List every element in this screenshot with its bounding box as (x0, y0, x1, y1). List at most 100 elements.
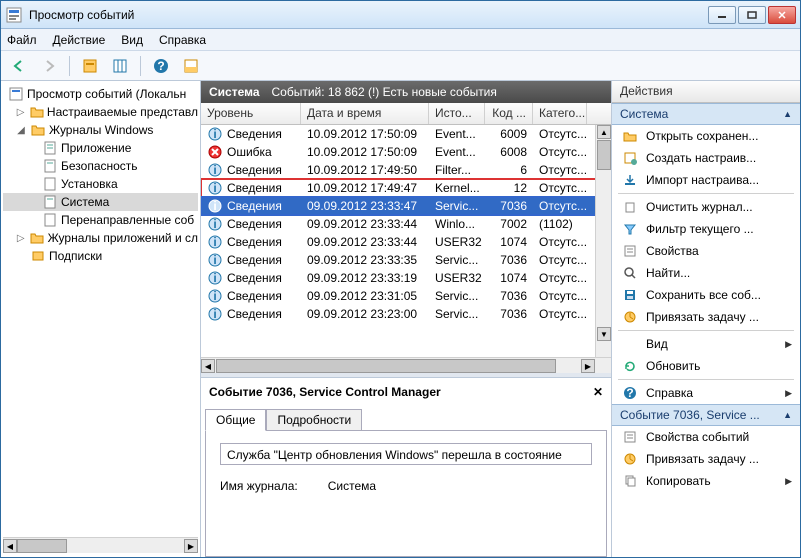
action-item[interactable]: Свойства событий (612, 426, 800, 448)
action-label: Копировать (646, 474, 711, 488)
action-item[interactable]: Фильтр текущего ... (612, 218, 800, 240)
collapse-icon[interactable]: ◢ (15, 125, 27, 136)
back-button[interactable] (7, 54, 31, 78)
folder-icon (30, 122, 46, 138)
folder-icon (29, 104, 44, 120)
action-item[interactable]: Найти... (612, 262, 800, 284)
table-row[interactable]: i Сведения 09.09.2012 23:33:35 Servic...… (201, 251, 611, 269)
forward-button[interactable] (37, 54, 61, 78)
info-icon: i (207, 253, 223, 267)
tab-general[interactable]: Общие (205, 409, 266, 431)
grid-body: i Сведения 10.09.2012 17:50:09 Event... … (201, 125, 611, 357)
action-item[interactable]: Вид▶ (612, 333, 800, 355)
columns-button[interactable] (108, 54, 132, 78)
scroll-left-icon[interactable]: ◀ (3, 539, 17, 553)
collapse-icon[interactable]: ▲ (783, 410, 792, 420)
scroll-left-icon[interactable]: ◀ (201, 359, 215, 373)
table-row[interactable]: i Сведения 09.09.2012 23:33:47 Servic...… (201, 197, 611, 215)
table-row[interactable]: i Сведения 09.09.2012 23:23:00 Servic...… (201, 305, 611, 323)
copy-icon (622, 473, 638, 489)
table-row[interactable]: Ошибка 10.09.2012 17:50:09 Event... 6008… (201, 143, 611, 161)
close-button[interactable] (768, 6, 796, 24)
action-item[interactable]: Привязать задачу ... (612, 306, 800, 328)
expand-icon[interactable]: ▷ (15, 107, 26, 118)
action-item[interactable]: ?Справка▶ (612, 382, 800, 404)
table-row[interactable]: i Сведения 10.09.2012 17:49:47 Kernel...… (201, 179, 611, 197)
menu-help[interactable]: Справка (159, 33, 206, 47)
tree-application[interactable]: Приложение (3, 139, 198, 157)
action-item[interactable]: Создать настраив... (612, 147, 800, 169)
action-item[interactable]: Привязать задачу ... (612, 448, 800, 470)
tree-forwarded[interactable]: Перенаправленные соб (3, 211, 198, 229)
window-title: Просмотр событий (29, 8, 708, 22)
table-row[interactable]: i Сведения 10.09.2012 17:49:50 Filter...… (201, 161, 611, 179)
help-button[interactable]: ? (149, 54, 173, 78)
collapse-icon[interactable]: ▲ (783, 109, 792, 119)
tree-windows-logs[interactable]: ◢ Журналы Windows (3, 121, 198, 139)
app-icon (5, 6, 23, 24)
action-item[interactable]: Обновить (612, 355, 800, 377)
find-icon (622, 265, 638, 281)
tree-security[interactable]: Безопасность (3, 157, 198, 175)
action-group-title: Система (620, 107, 783, 121)
tab-details[interactable]: Подробности (266, 409, 362, 431)
tree-custom-views[interactable]: ▷ Настраиваемые представл (3, 103, 198, 121)
scroll-thumb[interactable] (597, 140, 611, 170)
action-group-header[interactable]: Система▲ (612, 103, 800, 125)
scroll-thumb[interactable] (17, 539, 67, 553)
preview-button[interactable] (179, 54, 203, 78)
cell-level: Сведения (227, 307, 282, 321)
grid-vscrollbar[interactable]: ▲ ▼ (595, 125, 611, 357)
action-item[interactable]: Импорт настраива... (612, 169, 800, 191)
menu-view[interactable]: Вид (121, 33, 143, 47)
action-group-title: Событие 7036, Service ... (620, 408, 783, 422)
action-item[interactable]: Открыть сохранен... (612, 125, 800, 147)
app-window: Просмотр событий Файл Действие Вид Справ… (0, 0, 801, 558)
tree-subscriptions[interactable]: Подписки (3, 247, 198, 265)
table-row[interactable]: i Сведения 09.09.2012 23:31:05 Servic...… (201, 287, 611, 305)
action-item[interactable]: Сохранить все соб... (612, 284, 800, 306)
tree-system[interactable]: Система (3, 193, 198, 211)
table-row[interactable]: i Сведения 09.09.2012 23:33:19 USER32 10… (201, 269, 611, 287)
action-item[interactable]: Свойства (612, 240, 800, 262)
svg-text:i: i (213, 199, 216, 213)
action-item[interactable]: Копировать▶ (612, 470, 800, 492)
tree-label: Настраиваемые представл (47, 105, 198, 119)
actions-pane: Действия Система▲Открыть сохранен...Созд… (612, 81, 800, 557)
cell-source: Servic... (429, 289, 485, 303)
minimize-button[interactable] (708, 6, 736, 24)
cell-eventid: 6008 (485, 145, 533, 159)
tree-label: Журналы Windows (49, 123, 153, 137)
scroll-right-icon[interactable]: ▶ (581, 359, 595, 373)
action-item[interactable]: Очистить журнал... (612, 196, 800, 218)
table-row[interactable]: i Сведения 09.09.2012 23:33:44 USER32 10… (201, 233, 611, 251)
maximize-button[interactable] (738, 6, 766, 24)
col-datetime[interactable]: Дата и время (301, 103, 429, 124)
scroll-up-icon[interactable]: ▲ (597, 125, 611, 139)
scroll-thumb[interactable] (216, 359, 556, 373)
tree-setup[interactable]: Установка (3, 175, 198, 193)
scroll-right-icon[interactable]: ▶ (184, 539, 198, 553)
cell-datetime: 10.09.2012 17:49:50 (301, 163, 429, 177)
show-tree-button[interactable] (78, 54, 102, 78)
cell-datetime: 09.09.2012 23:33:47 (301, 199, 429, 213)
table-row[interactable]: i Сведения 09.09.2012 23:33:44 Winlo... … (201, 215, 611, 233)
col-source[interactable]: Исто... (429, 103, 485, 124)
tree-hscrollbar[interactable]: ◀ ▶ (3, 537, 198, 553)
log-icon (42, 140, 58, 156)
menu-file[interactable]: Файл (7, 33, 37, 47)
detail-close-icon[interactable]: ✕ (589, 385, 607, 399)
tree-app-services[interactable]: ▷ Журналы приложений и сл (3, 229, 198, 247)
col-eventid[interactable]: Код ... (485, 103, 533, 124)
menu-action[interactable]: Действие (53, 33, 106, 47)
grid-hscrollbar[interactable]: ◀ ▶ (201, 357, 611, 373)
actions-title: Действия (612, 81, 800, 103)
tree-root[interactable]: Просмотр событий (Локальн (3, 85, 198, 103)
table-row[interactable]: i Сведения 10.09.2012 17:50:09 Event... … (201, 125, 611, 143)
cell-eventid: 1074 (485, 235, 533, 249)
expand-icon[interactable]: ▷ (15, 233, 26, 244)
scroll-down-icon[interactable]: ▼ (597, 327, 611, 341)
col-category[interactable]: Катего... (533, 103, 587, 124)
action-group-header[interactable]: Событие 7036, Service ...▲ (612, 404, 800, 426)
col-level[interactable]: Уровень (201, 103, 301, 124)
